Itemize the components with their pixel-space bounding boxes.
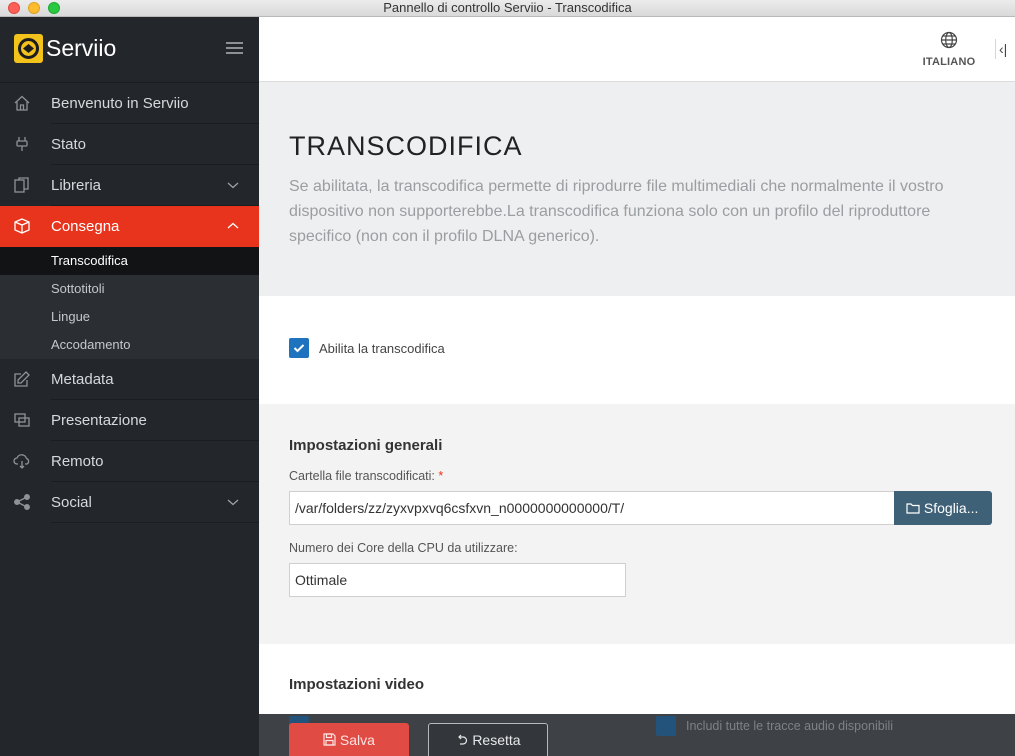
edit-icon xyxy=(13,370,31,388)
general-settings-section: Impostazioni generali Cartella file tran… xyxy=(259,404,1015,644)
language-label: ITALIANO xyxy=(922,56,976,68)
sidebar-item-label: Benvenuto in Serviio xyxy=(51,95,189,112)
sidebar-item-presentazione[interactable]: Presentazione xyxy=(0,400,259,441)
reset-button[interactable]: Resetta xyxy=(428,723,548,756)
home-icon xyxy=(13,94,31,112)
window-title: Pannello di controllo Serviio - Transcod… xyxy=(383,0,632,15)
audio-tracks-label: Includi tutte le tracce audio disponibil… xyxy=(686,719,894,733)
share-icon xyxy=(13,493,31,511)
sidebar-subitem-sottotitoli[interactable]: Sottotitoli xyxy=(0,275,259,303)
cpu-field-label: Numero dei Core della CPU da utilizzare: xyxy=(289,541,518,555)
top-header: ITALIANO ‹| xyxy=(259,17,1015,82)
plug-icon xyxy=(13,135,31,153)
chevron-down-icon xyxy=(227,495,239,507)
sidebar-item-label: Social xyxy=(51,494,92,511)
sidebar-item-label: Metadata xyxy=(51,371,114,388)
sidebar-item-label: Presentazione xyxy=(51,412,147,429)
box-icon xyxy=(13,217,31,235)
required-mark: * xyxy=(438,469,444,483)
sidebar-subitem-accodamento[interactable]: Accodamento xyxy=(0,331,259,359)
consegna-submenu: Transcodifica Sottotitoli Lingue Accodam… xyxy=(0,247,259,359)
folder-icon xyxy=(906,503,920,514)
video-settings-title: Impostazioni video xyxy=(289,676,425,693)
sidebar-item-benvenuto[interactable]: Benvenuto in Serviio xyxy=(0,83,259,124)
browse-button[interactable]: Sfoglia... xyxy=(894,491,992,525)
sidebar-item-remoto[interactable]: Remoto xyxy=(0,441,259,482)
sidebar-item-metadata[interactable]: Metadata xyxy=(0,359,259,400)
window-minimize-button[interactable] xyxy=(28,2,40,14)
enable-transcoding-label: Abilita la transcodifica xyxy=(319,341,445,356)
page-title: TRANSCODIFICA xyxy=(289,131,523,161)
language-selector[interactable]: ITALIANO xyxy=(922,31,976,68)
folder-label-text: Cartella file transcodificati: xyxy=(289,469,435,483)
main-content: TRANSCODIFICA Se abilitata, la transcodi… xyxy=(259,82,1015,756)
collapse-panel-icon[interactable]: ‹| xyxy=(995,39,1015,59)
general-settings-title: Impostazioni generali xyxy=(289,437,443,454)
browse-label: Sfoglia... xyxy=(923,500,979,516)
page-description: Se abilitata, la transcodifica permette … xyxy=(289,178,944,245)
cloud-icon xyxy=(13,452,31,470)
sidebar-item-label: Remoto xyxy=(51,453,104,470)
audio-tracks-checkbox[interactable] xyxy=(656,716,676,736)
sidebar-subitem-lingue[interactable]: Lingue xyxy=(0,303,259,331)
save-icon xyxy=(323,733,336,746)
reset-label: Resetta xyxy=(472,732,521,748)
chevron-down-icon xyxy=(227,178,239,190)
save-button[interactable]: Salva xyxy=(289,723,409,756)
library-icon xyxy=(13,176,31,194)
chevron-up-icon xyxy=(227,219,239,231)
presentation-icon xyxy=(13,411,31,429)
sidebar-subitem-transcodifica[interactable]: Transcodifica xyxy=(0,247,259,275)
menu-toggle-icon[interactable] xyxy=(226,42,243,54)
sidebar-item-label: Stato xyxy=(51,136,87,153)
action-bar: Includi tutte le tracce audio disponibil… xyxy=(259,714,1015,756)
brand-name: Serviio xyxy=(46,35,117,61)
transcoded-folder-input[interactable]: /var/folders/zz/zyxvpxvq6csfxvn_n0000000… xyxy=(289,491,895,525)
sidebar-item-label: Consegna xyxy=(51,218,120,235)
window-maximize-button[interactable] xyxy=(48,2,60,14)
enable-section: Abilita la transcodifica xyxy=(259,296,1015,404)
enable-transcoding-checkbox[interactable] xyxy=(289,338,309,358)
serviio-logo-icon xyxy=(14,34,43,63)
sidebar-item-label: Libreria xyxy=(51,177,102,194)
cpu-cores-select[interactable]: Ottimale xyxy=(289,563,626,597)
sidebar-item-stato[interactable]: Stato xyxy=(0,124,259,165)
window-titlebar: Pannello di controllo Serviio - Transcod… xyxy=(0,0,1015,17)
window-close-button[interactable] xyxy=(8,2,20,14)
brand: Serviio xyxy=(0,17,259,83)
page-header: TRANSCODIFICA Se abilitata, la transcodi… xyxy=(259,82,1015,296)
folder-field-label: Cartella file transcodificati: * xyxy=(289,469,443,483)
sidebar-item-social[interactable]: Social xyxy=(0,482,259,523)
save-label: Salva xyxy=(339,732,375,748)
undo-icon xyxy=(458,734,468,745)
sidebar-item-libreria[interactable]: Libreria xyxy=(0,165,259,206)
sidebar: Serviio Benvenuto in Serviio Stato Libre… xyxy=(0,17,259,756)
globe-icon xyxy=(940,31,958,49)
sidebar-item-consegna[interactable]: Consegna xyxy=(0,206,259,247)
